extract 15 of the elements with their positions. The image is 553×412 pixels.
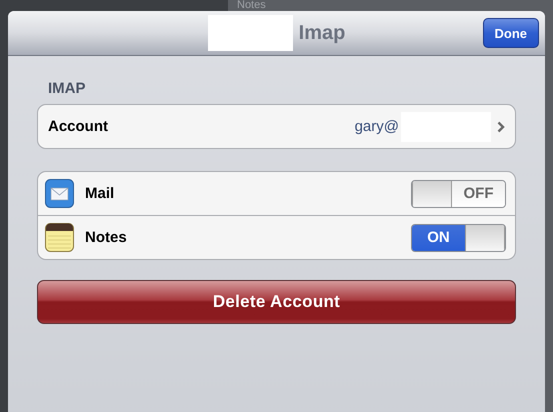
section-header: IMAP [48, 80, 86, 99]
background-title: Notes [237, 0, 267, 11]
toggle-switch[interactable]: OFF [411, 180, 506, 208]
account-label: Account [48, 118, 108, 135]
toggle-switch[interactable]: ON [411, 224, 506, 252]
account-row[interactable]: Account gary@ [38, 105, 515, 148]
chevron-icon [497, 120, 505, 132]
done-button[interactable]: Done [482, 18, 539, 48]
service-label: Notes [85, 229, 127, 246]
delete-account-button[interactable]: Delete Account [37, 280, 516, 324]
dialog-title: Imap [298, 22, 346, 44]
account-value: gary@ [354, 118, 399, 135]
envelope-icon [45, 179, 74, 208]
service-label: Mail [85, 185, 114, 202]
notepad-icon [45, 223, 74, 252]
